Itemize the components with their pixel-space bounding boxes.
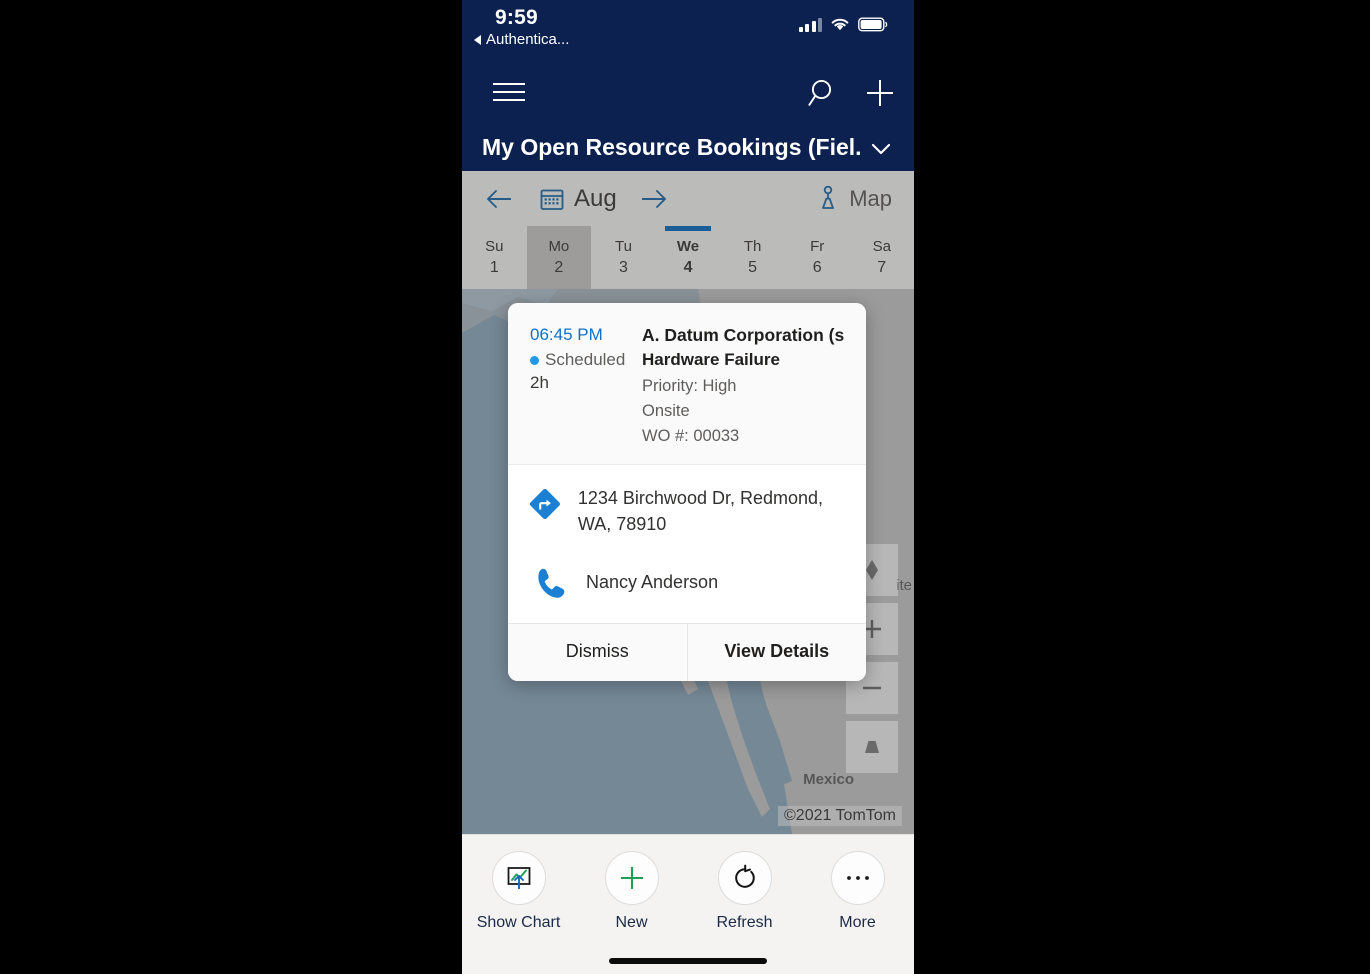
map-region-label: Mexico xyxy=(803,771,854,788)
chevron-down-icon xyxy=(871,143,891,154)
more-button[interactable]: More xyxy=(801,851,914,932)
work-location-label: Onsite xyxy=(642,401,690,420)
map-toggle-label: Map xyxy=(849,185,892,211)
cellular-signal-icon xyxy=(798,17,822,32)
booking-status: Scheduled xyxy=(530,350,628,370)
day-cell-fr[interactable]: Fr 6 xyxy=(785,226,850,289)
view-selector[interactable]: My Open Resource Bookings (Fiel... xyxy=(462,124,914,171)
day-of-week-label: We xyxy=(676,238,700,255)
new-label: New xyxy=(615,914,648,931)
booking-detail-card: 06:45 PM Scheduled 2h A. Datum Corporati… xyxy=(508,303,867,682)
booking-time: 06:45 PM xyxy=(530,325,603,344)
day-cell-th[interactable]: Th 5 xyxy=(720,226,785,289)
status-dot-icon xyxy=(530,355,539,365)
priority-label: Priority: High xyxy=(642,377,737,395)
month-label: Aug xyxy=(574,184,617,212)
show-chart-label: Show Chart xyxy=(476,914,561,931)
calendar-strip: Aug Map Su 1 Mo 2 Tu 3 We 4 Th 5 Fr 6 Sa… xyxy=(462,171,914,289)
day-number-label: 5 xyxy=(748,259,758,276)
day-cell-mo[interactable]: Mo 2 xyxy=(526,226,592,289)
refresh-button[interactable]: Refresh xyxy=(688,851,801,932)
incident-type: Hardware Failure xyxy=(642,350,780,369)
status-bar-time: 9:59 xyxy=(495,6,538,29)
booking-status-label: Scheduled xyxy=(545,350,626,369)
booking-info-block: A. Datum Corporation (sa... Hardware Fai… xyxy=(642,325,844,448)
day-number-label: 4 xyxy=(683,259,693,276)
card-action-bar: Dismiss View Details xyxy=(508,623,867,682)
day-strip: Su 1 Mo 2 Tu 3 We 4 Th 5 Fr 6 Sa 7 xyxy=(462,226,914,289)
tilt-icon[interactable] xyxy=(846,721,898,773)
day-cell-su[interactable]: Su 1 xyxy=(462,226,527,289)
day-of-week-label: Th xyxy=(743,238,762,255)
plus-icon xyxy=(604,851,659,905)
new-button[interactable]: New xyxy=(575,851,688,932)
map-partial-label: ite xyxy=(896,577,912,594)
day-of-week-label: Fr xyxy=(810,238,825,255)
contact-row[interactable]: Nancy Anderson xyxy=(508,551,866,623)
arrow-right-icon[interactable] xyxy=(639,187,669,211)
address-text: 1234 Birchwood Dr, Redmond, WA, 78910 xyxy=(577,488,824,535)
booking-summary: 06:45 PM Scheduled 2h A. Datum Corporati… xyxy=(508,303,866,466)
search-icon[interactable] xyxy=(807,76,841,110)
day-cell-tu[interactable]: Tu 3 xyxy=(591,226,656,289)
contact-name: Nancy Anderson xyxy=(586,572,719,593)
work-order-number: WO #: 00033 xyxy=(642,426,740,445)
day-number-label: 1 xyxy=(489,259,499,276)
address-row[interactable]: 1234 Birchwood Dr, Redmond, WA, 78910 xyxy=(508,465,866,551)
map-pin-icon xyxy=(822,185,835,209)
calendar-header: Aug Map xyxy=(462,171,914,226)
status-bar-indicators xyxy=(798,17,889,32)
battery-icon xyxy=(858,17,888,32)
back-to-app-link[interactable]: Authentica... xyxy=(474,31,569,48)
month-selector[interactable]: Aug xyxy=(539,185,617,213)
day-number-label: 7 xyxy=(877,259,887,276)
map-toggle-button[interactable]: Map xyxy=(815,185,892,213)
show-chart-button[interactable]: Show Chart xyxy=(462,851,575,932)
day-cell-we[interactable]: We 4 xyxy=(656,226,721,289)
booking-duration: 2h xyxy=(530,373,549,392)
command-bar xyxy=(462,62,914,124)
home-indicator xyxy=(609,958,767,964)
more-label: More xyxy=(839,914,876,931)
day-of-week-label: Tu xyxy=(614,238,632,255)
booking-time-block: 06:45 PM Scheduled 2h xyxy=(530,325,628,448)
back-triangle-icon xyxy=(474,34,481,45)
day-of-week-label: Su xyxy=(485,238,504,255)
plus-icon[interactable] xyxy=(863,76,897,110)
day-of-week-label: Sa xyxy=(872,238,891,255)
refresh-icon xyxy=(717,851,772,905)
calendar-icon xyxy=(540,189,564,210)
status-bar: 9:59 Authentica... xyxy=(462,0,914,62)
today-indicator xyxy=(664,226,712,231)
page-title: My Open Resource Bookings (Fiel... xyxy=(482,134,862,160)
phone-icon xyxy=(538,569,565,599)
account-name: A. Datum Corporation (sa... xyxy=(642,325,844,345)
hamburger-menu-icon[interactable] xyxy=(493,79,525,105)
dismiss-button[interactable]: Dismiss xyxy=(508,624,687,681)
day-cell-sa[interactable]: Sa 7 xyxy=(849,226,914,289)
screenshot-stage: 9:59 Authentica... My Open Resource Book… xyxy=(0,0,1370,974)
map-attribution: ©2021 TomTom xyxy=(778,806,902,826)
ellipsis-icon xyxy=(830,851,885,905)
day-of-week-label: Mo xyxy=(548,238,570,255)
directions-icon xyxy=(530,489,560,520)
chart-icon xyxy=(491,851,546,905)
day-number-label: 3 xyxy=(618,259,628,276)
arrow-left-icon[interactable] xyxy=(484,187,514,211)
bottom-toolbar: Show Chart New Refresh More xyxy=(462,834,914,974)
refresh-label: Refresh xyxy=(716,914,773,931)
wifi-icon xyxy=(831,18,849,31)
day-number-label: 2 xyxy=(554,259,564,276)
view-details-button[interactable]: View Details xyxy=(688,624,867,681)
day-number-label: 6 xyxy=(812,259,822,276)
back-to-app-label: Authentica... xyxy=(486,31,570,48)
